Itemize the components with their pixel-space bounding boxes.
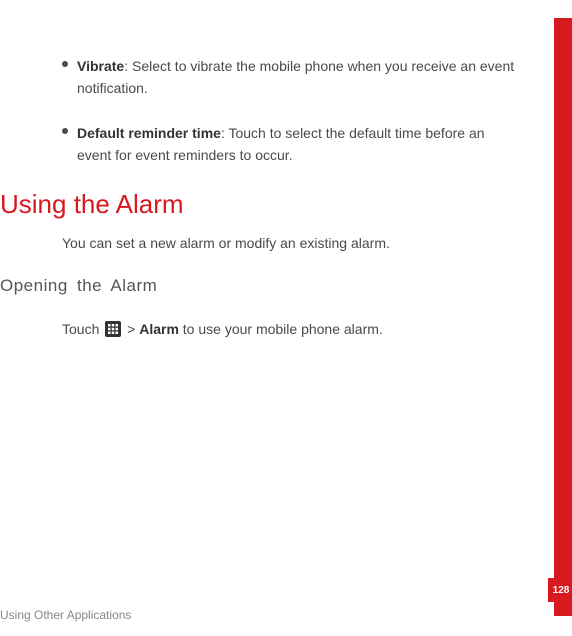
section-intro: You can set a new alarm or modify an exi…: [0, 232, 542, 254]
touch-app: Alarm: [139, 321, 179, 337]
bullet-content: Default reminder time: Touch to select t…: [62, 122, 522, 167]
bullet-dot-icon: [62, 61, 68, 67]
bullet-item-vibrate: Vibrate: Select to vibrate the mobile ph…: [62, 55, 522, 100]
touch-prefix: Touch: [62, 321, 103, 337]
touch-suffix: to use your mobile phone alarm.: [179, 321, 383, 337]
bullet-item-default-reminder: Default reminder time: Touch to select t…: [62, 122, 522, 167]
bullet-dot-icon: [62, 128, 68, 134]
bullet-list: Vibrate: Select to vibrate the mobile ph…: [0, 55, 542, 167]
footer-text: Using Other Applications: [0, 608, 131, 622]
page-number-tab: 128: [548, 578, 572, 602]
subsection-heading-opening-alarm: Opening the Alarm: [0, 276, 542, 296]
bullet-term: Vibrate: [77, 58, 124, 74]
apps-grid-icon: [105, 321, 121, 337]
red-sidebar-decoration: [554, 18, 572, 616]
touch-mid: >: [123, 321, 139, 337]
bullet-content: Vibrate: Select to vibrate the mobile ph…: [62, 55, 522, 100]
section-heading-using-alarm: Using the Alarm: [0, 189, 542, 220]
bullet-term: Default reminder time: [77, 125, 221, 141]
page-number: 128: [553, 585, 570, 596]
instruction-open-alarm: Touch > Alarm to use your mobile phone a…: [0, 318, 542, 340]
document-page: Vibrate: Select to vibrate the mobile ph…: [0, 0, 572, 636]
bullet-desc: : Select to vibrate the mobile phone whe…: [77, 58, 514, 96]
